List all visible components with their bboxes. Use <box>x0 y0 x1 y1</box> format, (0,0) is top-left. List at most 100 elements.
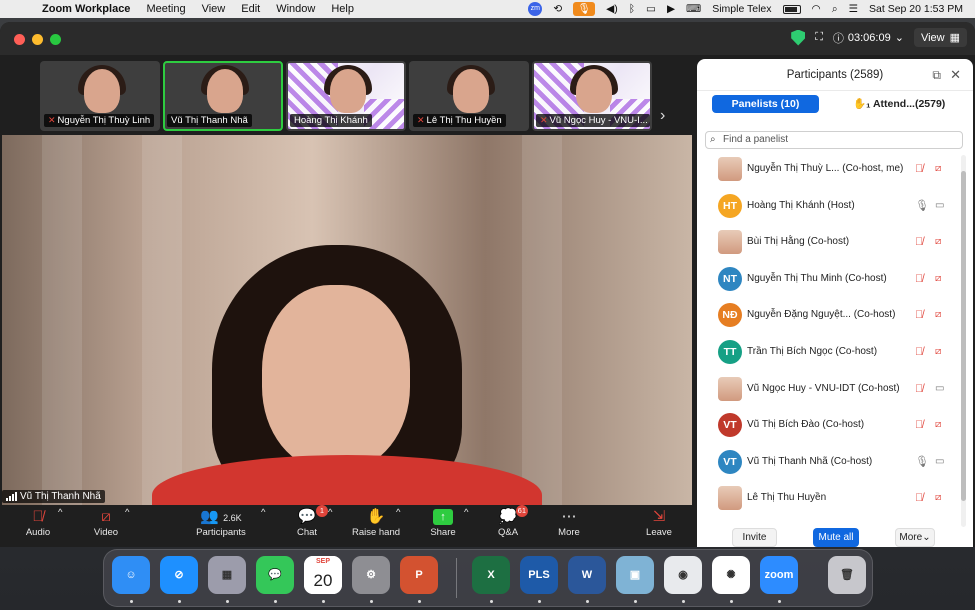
dock-app-safari-icon[interactable]: ⊘ <box>160 556 198 594</box>
video-options-caret[interactable]: ^ <box>125 507 129 518</box>
microphone-muted-icon[interactable]: 🎙̸ <box>915 155 923 187</box>
chat-options-caret[interactable]: ^ <box>328 507 332 518</box>
keyboard-icon[interactable]: ⌨ <box>686 3 701 15</box>
menu-edit[interactable]: Edit <box>241 3 260 15</box>
dock-app-zoom-icon[interactable]: zoom <box>760 556 798 594</box>
camera-off-icon[interactable]: ⧄ <box>935 334 941 370</box>
invite-button[interactable]: Invite <box>732 528 777 547</box>
dock-app-messages-icon[interactable]: 💬 <box>256 556 294 594</box>
camera-icon[interactable]: ▭ <box>935 188 944 224</box>
search-icon[interactable]: ⌕ <box>832 3 838 16</box>
sync-status-icon[interactable]: ⟲ <box>553 3 562 15</box>
qa-button[interactable]: 💭 61 Q&A <box>494 505 528 538</box>
display-icon[interactable]: ▭ <box>646 3 656 15</box>
battery-icon[interactable] <box>782 4 801 14</box>
pop-out-icon[interactable]: ⧉ <box>932 59 941 91</box>
participants-button[interactable]: 👥 2.6K Participants <box>192 507 250 538</box>
microphone-muted-icon[interactable]: 🎙̸ <box>915 407 923 443</box>
microphone-icon[interactable]: 🎙 <box>915 444 929 480</box>
camera-off-icon[interactable]: ⧄ <box>935 407 941 443</box>
participant-row[interactable]: Bùi Thị Hằng (Co-host) 🎙̸ ⧄ <box>697 224 959 260</box>
dock-app-preview-icon[interactable]: ▣ <box>616 556 654 594</box>
video-thumbnail[interactable]: ✕ Nguyễn Thị Thuỳ Linh <box>40 61 160 131</box>
scrollbar-thumb[interactable] <box>961 171 966 501</box>
microphone-muted-icon[interactable]: 🎙̸ <box>915 334 923 370</box>
microphone-muted-icon[interactable]: 🎙̸ <box>915 261 923 297</box>
participants-options-caret[interactable]: ^ <box>261 507 265 518</box>
menu-window[interactable]: Window <box>276 3 315 15</box>
raise-hand-button[interactable]: ✋ Raise hand <box>350 507 402 538</box>
gallery-icon[interactable]: ⛶ <box>815 31 823 44</box>
meeting-timer[interactable]: ⓘ 03:06:09 ⌄ <box>833 30 904 46</box>
camera-icon[interactable]: ▭ <box>935 444 944 480</box>
dock-app-system-settings-icon[interactable]: ⚙ <box>352 556 390 594</box>
panel-more-button[interactable]: More⌄ <box>895 528 935 547</box>
volume-icon[interactable]: ◀) <box>606 3 618 15</box>
app-menu-zoom[interactable]: Zoom Workplace <box>42 3 130 15</box>
menu-view[interactable]: View <box>202 3 226 15</box>
participant-row[interactable]: NĐ Nguyễn Đặng Nguyệt... (Co-host) 🎙̸ ⧄ <box>697 297 959 333</box>
input-source-label[interactable]: Simple Telex <box>712 3 771 15</box>
view-button[interactable]: View ▦ <box>913 28 967 47</box>
participant-row[interactable]: TT Trần Thị Bích Ngọc (Co-host) 🎙̸ ⧄ <box>697 334 959 370</box>
dock-app-word-icon[interactable]: W <box>568 556 606 594</box>
security-shield-icon[interactable] <box>791 29 806 46</box>
close-window-button[interactable] <box>14 34 25 45</box>
camera-off-icon[interactable]: ⧄ <box>935 480 941 516</box>
camera-off-icon[interactable]: ⧄ <box>935 261 941 297</box>
microphone-active-icon[interactable]: 🎙 <box>573 2 596 16</box>
microphone-muted-icon[interactable]: 🎙̸ <box>915 224 923 260</box>
menu-help[interactable]: Help <box>331 3 354 15</box>
control-center-icon[interactable]: ☰ <box>849 3 858 15</box>
more-button[interactable]: ⋯ More <box>554 507 584 538</box>
dock-app-pls-icon[interactable]: PLS <box>520 556 558 594</box>
microphone-muted-icon[interactable]: 🎙̸ <box>915 480 923 516</box>
microphone-icon[interactable]: 🎙 <box>915 188 929 224</box>
camera-off-icon[interactable]: ⧄ <box>935 155 941 187</box>
dock-app-chatgpt-icon[interactable]: ✺ <box>712 556 750 594</box>
mute-all-button[interactable]: Mute all <box>813 528 859 547</box>
participant-row[interactable]: VT Vũ Thị Bích Đào (Co-host) 🎙̸ ⧄ <box>697 407 959 443</box>
leave-button[interactable]: ⇲ Leave <box>644 507 674 538</box>
tab-attendees[interactable]: ✋₁ Attend...(2579) <box>853 95 945 113</box>
share-options-caret[interactable]: ^ <box>464 507 468 518</box>
dock-app-excel-icon[interactable]: X <box>472 556 510 594</box>
dock-app-calendar-icon[interactable]: SEP 20 <box>304 556 342 594</box>
tab-panelists[interactable]: Panelists (10) <box>712 95 819 113</box>
chat-button[interactable]: 💬 1 Chat <box>292 505 328 538</box>
menubar-clock[interactable]: Sat Sep 20 1:53 PM <box>869 3 963 15</box>
zoom-status-icon[interactable]: zm <box>528 2 543 16</box>
fullscreen-window-button[interactable] <box>50 34 61 45</box>
dock-app-finder-icon[interactable]: ☺ <box>112 556 150 594</box>
video-thumbnail[interactable]: Hoàng Thị Khánh <box>286 61 406 131</box>
participant-row[interactable]: VT Vũ Thị Thanh Nhã (Co-host) 🎙 ▭ <box>697 444 959 480</box>
panelist-search-input[interactable]: ⌕ Find a panelist <box>705 131 963 149</box>
dock-app-launchpad-icon[interactable]: ▦ <box>208 556 246 594</box>
dock-app-trash-icon[interactable]: 🗑 <box>828 556 866 594</box>
participant-row[interactable]: NT Nguyễn Thị Thu Minh (Co-host) 🎙̸ ⧄ <box>697 261 959 297</box>
participant-list-scrollbar[interactable] <box>961 155 966 527</box>
minimize-window-button[interactable] <box>32 34 43 45</box>
microphone-muted-icon[interactable]: 🎙̸ <box>915 371 923 407</box>
camera-icon[interactable]: ▭ <box>935 371 944 407</box>
audio-button[interactable]: 🎙̸ Audio <box>22 507 54 538</box>
camera-off-icon[interactable]: ⧄ <box>935 297 941 333</box>
share-button[interactable]: ↑ Share <box>428 507 458 538</box>
active-speaker-video[interactable] <box>2 135 692 505</box>
bluetooth-icon[interactable]: ᛒ <box>629 3 635 15</box>
participant-row[interactable]: Lê Thị Thu Huyền 🎙̸ ⧄ <box>697 480 959 516</box>
video-thumbnail[interactable]: ✕ Lê Thị Thu Huyền <box>409 61 529 131</box>
close-icon[interactable]: ✕ <box>950 59 961 91</box>
microphone-muted-icon[interactable]: 🎙̸ <box>915 297 923 333</box>
audio-options-caret[interactable]: ^ <box>58 507 62 518</box>
video-button[interactable]: ⧄ Video <box>90 507 122 538</box>
participant-row[interactable]: HT Hoàng Thị Khánh (Host) 🎙 ▭ <box>697 188 959 224</box>
video-thumbnail[interactable]: ✕ Vũ Ngọc Huy - VNU-I... <box>532 61 652 131</box>
video-thumbnail-active-speaker[interactable]: Vũ Thị Thanh Nhã <box>163 61 283 131</box>
participant-row[interactable]: Nguyễn Thị Thuỳ L... (Co-host, me) 🎙̸ ⧄ <box>697 155 959 187</box>
menu-meeting[interactable]: Meeting <box>146 3 185 15</box>
participant-row[interactable]: Vũ Ngọc Huy - VNU-IDT (Co-host) 🎙̸ ▭ <box>697 371 959 407</box>
chevron-right-icon[interactable]: › <box>660 107 665 125</box>
wifi-icon[interactable]: ◠ <box>812 3 821 15</box>
camera-off-icon[interactable]: ⧄ <box>935 224 941 260</box>
